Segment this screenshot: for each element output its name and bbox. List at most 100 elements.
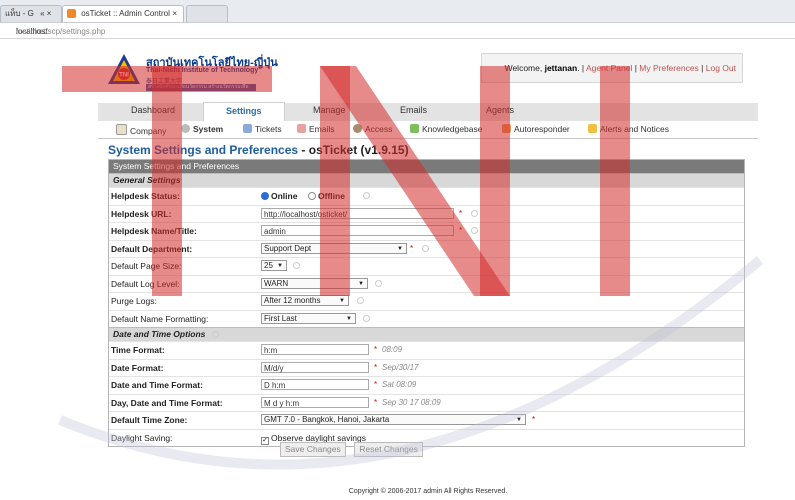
datetime-format-input[interactable]: D h:m — [261, 379, 369, 390]
row-datetime-format: Date and Time Format: D h:m * Sat 08:09 — [109, 376, 744, 394]
log-out-link[interactable]: Log Out — [706, 63, 736, 73]
time-format-input[interactable]: h:m — [261, 344, 369, 355]
subnav-knowledgebase[interactable]: Knowledgebase — [410, 124, 483, 134]
field-label: Default Time Zone: — [111, 415, 188, 425]
radio-checked-icon — [261, 192, 269, 200]
tni-logo-icon[interactable]: TNI — [106, 52, 142, 88]
nav-agents[interactable]: Agents — [486, 105, 514, 115]
page-size-select[interactable]: 25 ▼ — [261, 260, 287, 271]
name-formatting-select[interactable]: First Last ▼ — [261, 312, 356, 324]
field-label: Helpdesk Status: — [111, 191, 180, 201]
required-star: * — [374, 397, 378, 407]
helpdesk-url-input[interactable]: http://localhost/osticket/ — [261, 207, 454, 219]
helpdesk-name-input[interactable]: admin — [261, 225, 454, 236]
close-icon[interactable]: × — [172, 6, 177, 22]
row-page-size: Default Page Size: 25 ▼ — [109, 257, 744, 275]
info-icon[interactable] — [357, 297, 364, 304]
chevron-down-icon: ▼ — [339, 298, 345, 304]
log-level-select[interactable]: WARN ▼ — [261, 277, 368, 289]
subnav-label: Tickets — [255, 124, 282, 134]
gear-icon — [181, 124, 190, 133]
subnav-label: Alerts and Notices — [600, 124, 669, 134]
subnav-label: System — [193, 124, 224, 134]
info-icon[interactable] — [422, 244, 429, 252]
field-label: Default Name Formatting: — [111, 313, 209, 324]
new-tab-button[interactable] — [186, 5, 228, 22]
browser-tab-1[interactable]: แท็บ - G « × — [0, 5, 62, 22]
required-star: * — [532, 415, 536, 424]
select-value: First Last — [264, 313, 297, 323]
purge-logs-select[interactable]: After 12 months ▼ — [261, 295, 349, 306]
save-changes-button[interactable]: Save Changes — [280, 442, 346, 457]
page-container: TNI สถาบันเทคโนโลยีไทย-ญี่ปุ่น Thai-Nich… — [98, 40, 758, 500]
subnav-label: Autoresponder — [514, 124, 570, 134]
section-label: Date and Time Options — [113, 329, 206, 339]
section-general: General Settings — [109, 173, 744, 187]
subnav-access[interactable]: Access — [353, 124, 392, 134]
subnav-company[interactable]: Company — [116, 124, 166, 136]
field-label: Helpdesk URL: — [111, 208, 172, 219]
reset-changes-button[interactable]: Reset Changes — [354, 442, 423, 457]
chevron-down-icon: ▼ — [358, 280, 364, 287]
nav-dashboard[interactable]: Dashboard — [131, 105, 175, 115]
knowledgebase-icon — [410, 124, 419, 133]
subnav-tickets[interactable]: Tickets — [243, 124, 282, 134]
row-name-formatting: Default Name Formatting: First Last ▼ — [109, 309, 744, 328]
info-icon[interactable] — [375, 279, 382, 287]
logo-slogan: สร้างนักศึกษาเพื่อนวัตกรรม สร้างนวัตกรรม… — [146, 84, 256, 97]
required-star: * — [459, 226, 463, 235]
browser-tab-close[interactable]: « × — [40, 9, 51, 18]
chevron-down-icon: ▼ — [277, 263, 283, 269]
select-value: 25 — [264, 261, 273, 270]
info-icon[interactable] — [293, 262, 300, 269]
info-icon[interactable] — [471, 227, 478, 234]
default-department-select[interactable]: Support Dept ▼ — [261, 242, 407, 254]
subnav-emails[interactable]: Emails — [297, 124, 335, 134]
logo-english-name: Thai-Nichi Institute of Technology — [146, 67, 259, 74]
subnav-system[interactable]: System — [181, 124, 223, 134]
required-star: * — [459, 208, 463, 218]
required-star: * — [374, 362, 378, 372]
required-star: * — [374, 345, 378, 354]
autoresponder-icon — [502, 124, 511, 133]
main-nav: Dashboard Settings Manage Emails Agents — [98, 102, 758, 122]
agent-panel-link[interactable]: Agent Panel — [586, 63, 632, 73]
radio-online[interactable]: Online — [261, 191, 297, 201]
my-preferences-link[interactable]: My Preferences — [639, 63, 699, 73]
row-helpdesk-name: Helpdesk Name/Title: admin * — [109, 222, 744, 240]
nav-manage[interactable]: Manage — [313, 105, 346, 115]
address-bar[interactable]: localhost/osticket/scp/settings.php — [0, 23, 795, 39]
format-preview: Sep/30/17 — [382, 362, 419, 372]
page-title-text: System Settings and Preferences — [108, 143, 299, 157]
subnav-alerts[interactable]: Alerts and Notices — [588, 124, 669, 134]
document-icon — [116, 124, 127, 135]
select-value: After 12 months — [264, 296, 321, 305]
nav-settings[interactable]: Settings — [203, 102, 285, 121]
osticket-favicon-icon — [67, 9, 76, 19]
subnav-autoresponder[interactable]: Autoresponder — [502, 124, 570, 134]
welcome-box: Welcome, jettanan. | Agent Panel | My Pr… — [481, 53, 743, 83]
required-star: * — [374, 380, 378, 389]
info-icon[interactable] — [363, 192, 370, 199]
row-purge-logs: Purge Logs: After 12 months ▼ — [109, 292, 744, 310]
required-star: * — [410, 243, 414, 253]
row-helpdesk-status: Helpdesk Status: Online Offline — [109, 187, 744, 205]
username: jettanan — [544, 63, 578, 73]
nav-emails[interactable]: Emails — [400, 105, 427, 115]
day-datetime-format-input[interactable]: M d y h:m — [261, 396, 369, 408]
info-icon[interactable] — [363, 314, 370, 322]
radio-offline[interactable]: Offline — [308, 191, 345, 201]
alert-icon — [588, 124, 597, 133]
site-header: TNI สถาบันเทคโนโลยีไทย-ญี่ปุ่น Thai-Nich… — [98, 40, 758, 100]
field-label: Default Log Level: — [111, 278, 180, 289]
page-version: - osTicket (v1.9.15) — [301, 143, 409, 157]
radio-unchecked-icon — [308, 192, 316, 200]
info-icon[interactable] — [211, 331, 219, 338]
browser-tab-active[interactable]: osTicket :: Admin Control × — [62, 5, 184, 22]
date-format-input[interactable]: M/d/y — [261, 361, 369, 373]
info-icon[interactable] — [471, 209, 478, 217]
time-zone-select[interactable]: GMT 7.0 - Bangkok, Hanoi, Jakarta ▼ — [261, 414, 526, 425]
row-day-datetime-format: Day, Date and Time Format: M d y h:m * S… — [109, 393, 744, 412]
chevron-down-icon: ▼ — [397, 245, 403, 252]
row-date-format: Date Format: M/d/y * Sep/30/17 — [109, 358, 744, 377]
